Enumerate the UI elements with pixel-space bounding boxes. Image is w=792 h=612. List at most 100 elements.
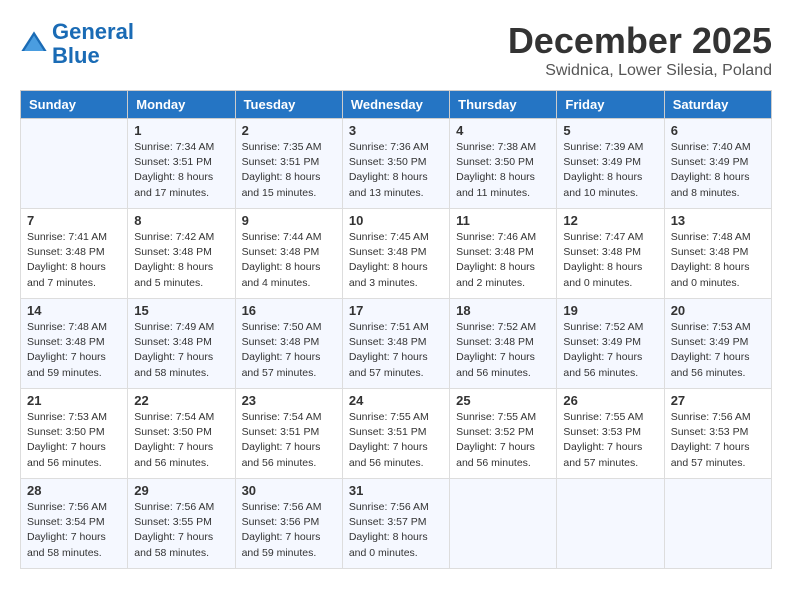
calendar-cell: 16 Sunrise: 7:50 AMSunset: 3:48 PMDayligh… [235, 299, 342, 389]
calendar-cell: 18Sunrise: 7:52 AMSunset: 3:48 PMDayligh… [450, 299, 557, 389]
day-info: Sunrise: 7:47 AMSunset: 3:48 PMDaylight:… [563, 230, 657, 291]
day-number: 15 [134, 303, 228, 318]
calendar-cell: 5 Sunrise: 7:39 AMSunset: 3:49 PMDaylight… [557, 119, 664, 209]
day-info: Sunrise: 7:41 AMSunset: 3:48 PMDaylight:… [27, 230, 121, 291]
day-info: Sunrise: 7:42 AMSunset: 3:48 PMDaylight:… [134, 230, 228, 291]
day-number: 17 [349, 303, 443, 318]
day-info: Sunrise: 7:50 AMSunset: 3:48 PMDaylight:… [242, 320, 336, 381]
day-number: 9 [242, 213, 336, 228]
day-number: 2 [242, 123, 336, 138]
day-number: 29 [134, 483, 228, 498]
day-number: 5 [563, 123, 657, 138]
day-info: Sunrise: 7:56 AMSunset: 3:54 PMDaylight:… [27, 500, 121, 561]
calendar-cell: 15 Sunrise: 7:49 AMSunset: 3:48 PMDayligh… [128, 299, 235, 389]
header-cell-tuesday: Tuesday [235, 91, 342, 119]
day-number: 7 [27, 213, 121, 228]
day-info: Sunrise: 7:45 AMSunset: 3:48 PMDaylight:… [349, 230, 443, 291]
day-info: Sunrise: 7:55 AMSunset: 3:51 PMDaylight:… [349, 410, 443, 471]
day-number: 30 [242, 483, 336, 498]
calendar-cell: 25 Sunrise: 7:55 AMSunset: 3:52 PMDayligh… [450, 389, 557, 479]
day-info: Sunrise: 7:52 AMSunset: 3:49 PMDaylight:… [563, 320, 657, 381]
calendar-body: 1Sunrise: 7:34 AMSunset: 3:51 PMDaylight… [21, 119, 772, 569]
header-cell-friday: Friday [557, 91, 664, 119]
day-number: 22 [134, 393, 228, 408]
calendar-cell [450, 479, 557, 569]
day-info: Sunrise: 7:56 AMSunset: 3:55 PMDaylight:… [134, 500, 228, 561]
calendar-cell: 8 Sunrise: 7:42 AMSunset: 3:48 PMDaylight… [128, 209, 235, 299]
day-info: Sunrise: 7:55 AMSunset: 3:52 PMDaylight:… [456, 410, 550, 471]
day-info: Sunrise: 7:40 AMSunset: 3:49 PMDaylight:… [671, 140, 765, 201]
day-info: Sunrise: 7:56 AMSunset: 3:53 PMDaylight:… [671, 410, 765, 471]
day-info: Sunrise: 7:56 AMSunset: 3:57 PMDaylight:… [349, 500, 443, 561]
calendar-cell: 3Sunrise: 7:36 AMSunset: 3:50 PMDaylight… [342, 119, 449, 209]
day-info: Sunrise: 7:55 AMSunset: 3:53 PMDaylight:… [563, 410, 657, 471]
header-cell-monday: Monday [128, 91, 235, 119]
day-info: Sunrise: 7:36 AMSunset: 3:50 PMDaylight:… [349, 140, 443, 201]
calendar-week-4: 21Sunrise: 7:53 AMSunset: 3:50 PMDayligh… [21, 389, 772, 479]
day-number: 10 [349, 213, 443, 228]
day-number: 8 [134, 213, 228, 228]
day-info: Sunrise: 7:48 AMSunset: 3:48 PMDaylight:… [671, 230, 765, 291]
day-number: 21 [27, 393, 121, 408]
calendar-cell: 7 Sunrise: 7:41 AMSunset: 3:48 PMDaylight… [21, 209, 128, 299]
day-number: 31 [349, 483, 443, 498]
header-cell-saturday: Saturday [664, 91, 771, 119]
calendar-cell: 4 Sunrise: 7:38 AMSunset: 3:50 PMDaylight… [450, 119, 557, 209]
header-cell-wednesday: Wednesday [342, 91, 449, 119]
title-block: December 2025 Swidnica, Lower Silesia, P… [508, 20, 772, 80]
logo-icon [20, 30, 48, 58]
day-number: 23 [242, 393, 336, 408]
calendar-week-2: 7 Sunrise: 7:41 AMSunset: 3:48 PMDaylight… [21, 209, 772, 299]
calendar-cell: 31 Sunrise: 7:56 AMSunset: 3:57 PMDayligh… [342, 479, 449, 569]
day-info: Sunrise: 7:35 AMSunset: 3:51 PMDaylight:… [242, 140, 336, 201]
calendar-cell: 19Sunrise: 7:52 AMSunset: 3:49 PMDayligh… [557, 299, 664, 389]
logo-line2: Blue [52, 43, 100, 68]
calendar-cell: 26Sunrise: 7:55 AMSunset: 3:53 PMDayligh… [557, 389, 664, 479]
header-cell-thursday: Thursday [450, 91, 557, 119]
day-info: Sunrise: 7:49 AMSunset: 3:48 PMDaylight:… [134, 320, 228, 381]
day-info: Sunrise: 7:46 AMSunset: 3:48 PMDaylight:… [456, 230, 550, 291]
calendar-cell: 10 Sunrise: 7:45 AMSunset: 3:48 PMDayligh… [342, 209, 449, 299]
day-number: 28 [27, 483, 121, 498]
calendar-cell: 20 Sunrise: 7:53 AMSunset: 3:49 PMDayligh… [664, 299, 771, 389]
header-cell-sunday: Sunday [21, 91, 128, 119]
day-info: Sunrise: 7:51 AMSunset: 3:48 PMDaylight:… [349, 320, 443, 381]
calendar-cell: 14Sunrise: 7:48 AMSunset: 3:48 PMDayligh… [21, 299, 128, 389]
day-number: 18 [456, 303, 550, 318]
day-number: 20 [671, 303, 765, 318]
day-info: Sunrise: 7:54 AMSunset: 3:50 PMDaylight:… [134, 410, 228, 471]
calendar-cell: 1Sunrise: 7:34 AMSunset: 3:51 PMDaylight… [128, 119, 235, 209]
month-title: December 2025 [508, 20, 772, 62]
calendar-week-1: 1Sunrise: 7:34 AMSunset: 3:51 PMDaylight… [21, 119, 772, 209]
day-number: 13 [671, 213, 765, 228]
calendar-cell [21, 119, 128, 209]
calendar-cell: 12 Sunrise: 7:47 AMSunset: 3:48 PMDayligh… [557, 209, 664, 299]
day-info: Sunrise: 7:56 AMSunset: 3:56 PMDaylight:… [242, 500, 336, 561]
location: Swidnica, Lower Silesia, Poland [508, 62, 772, 80]
day-info: Sunrise: 7:34 AMSunset: 3:51 PMDaylight:… [134, 140, 228, 201]
calendar-cell: 22 Sunrise: 7:54 AMSunset: 3:50 PMDayligh… [128, 389, 235, 479]
calendar-cell: 11Sunrise: 7:46 AMSunset: 3:48 PMDayligh… [450, 209, 557, 299]
calendar-cell: 29 Sunrise: 7:56 AMSunset: 3:55 PMDayligh… [128, 479, 235, 569]
calendar-cell: 13 Sunrise: 7:48 AMSunset: 3:48 PMDayligh… [664, 209, 771, 299]
day-number: 14 [27, 303, 121, 318]
day-info: Sunrise: 7:53 AMSunset: 3:49 PMDaylight:… [671, 320, 765, 381]
calendar-cell: 17 Sunrise: 7:51 AMSunset: 3:48 PMDayligh… [342, 299, 449, 389]
day-number: 12 [563, 213, 657, 228]
day-info: Sunrise: 7:44 AMSunset: 3:48 PMDaylight:… [242, 230, 336, 291]
day-number: 25 [456, 393, 550, 408]
calendar-week-3: 14Sunrise: 7:48 AMSunset: 3:48 PMDayligh… [21, 299, 772, 389]
calendar-cell: 27 Sunrise: 7:56 AMSunset: 3:53 PMDayligh… [664, 389, 771, 479]
day-number: 16 [242, 303, 336, 318]
calendar-cell: 6Sunrise: 7:40 AMSunset: 3:49 PMDaylight… [664, 119, 771, 209]
calendar-header: SundayMondayTuesdayWednesdayThursdayFrid… [21, 91, 772, 119]
day-info: Sunrise: 7:38 AMSunset: 3:50 PMDaylight:… [456, 140, 550, 201]
day-info: Sunrise: 7:54 AMSunset: 3:51 PMDaylight:… [242, 410, 336, 471]
calendar-table: SundayMondayTuesdayWednesdayThursdayFrid… [20, 90, 772, 569]
logo-text: General Blue [52, 20, 134, 68]
day-number: 4 [456, 123, 550, 138]
calendar-week-5: 28 Sunrise: 7:56 AMSunset: 3:54 PMDayligh… [21, 479, 772, 569]
day-info: Sunrise: 7:39 AMSunset: 3:49 PMDaylight:… [563, 140, 657, 201]
calendar-cell: 21Sunrise: 7:53 AMSunset: 3:50 PMDayligh… [21, 389, 128, 479]
day-number: 27 [671, 393, 765, 408]
